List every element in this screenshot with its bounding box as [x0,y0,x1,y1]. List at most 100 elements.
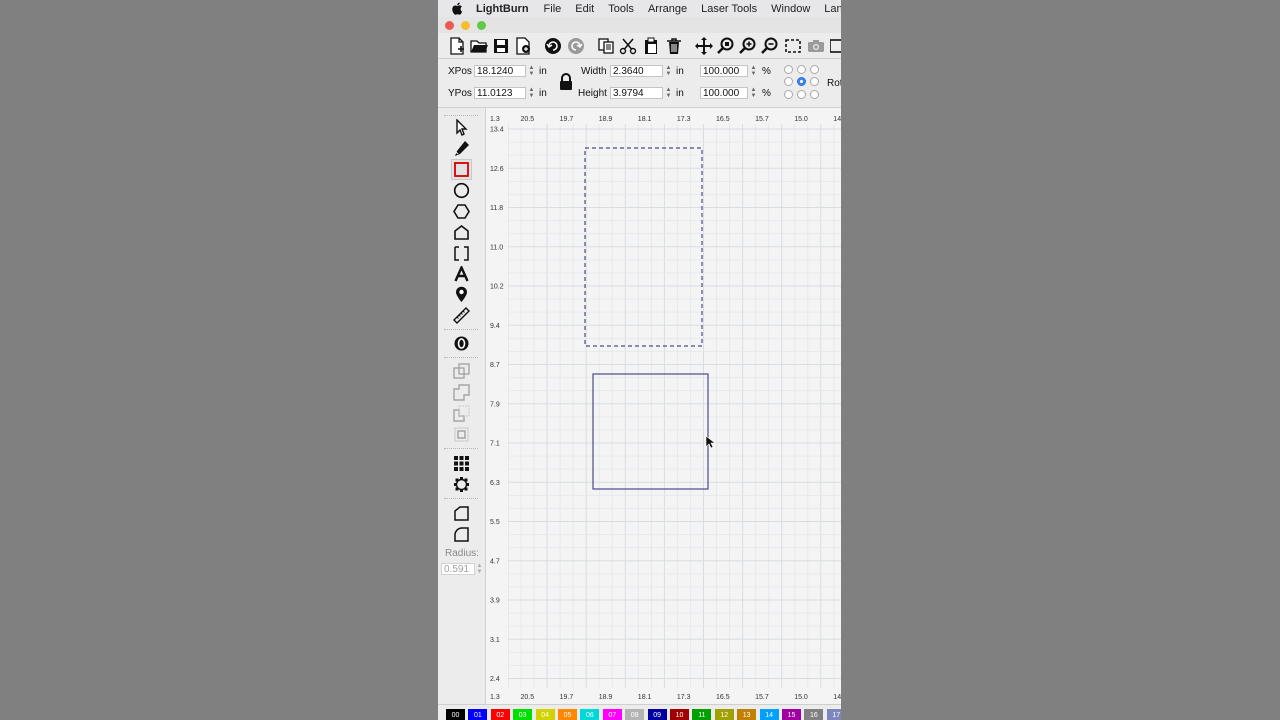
delete-icon[interactable] [664,36,683,55]
top-ruler [486,108,841,124]
height-input[interactable] [610,87,663,99]
palette-swatch-07[interactable]: 07 [602,709,622,720]
menu-app-name[interactable]: LightBurn [476,3,529,15]
ypos-stepper[interactable]: ▲ ▼ [528,87,535,100]
zoom-in-icon[interactable] [738,36,757,55]
menu-language[interactable]: Lang [824,3,841,15]
anchor-middle-right[interactable] [810,77,819,86]
anchor-middle-left[interactable] [784,77,793,86]
menu-window[interactable]: Window [771,3,810,15]
palette-swatch-03[interactable]: 03 [513,709,533,720]
anchor-bottom-left[interactable] [784,90,793,99]
palette-swatch-00[interactable]: 00 [446,709,465,720]
intersect-tool-icon[interactable] [452,425,471,444]
anchor-bottom-center[interactable] [797,90,806,99]
rectangle-tool-icon[interactable] [451,159,472,180]
ypos-input[interactable] [474,87,526,99]
ruler-label-top: 18.1 [638,116,652,123]
scale-height-stepper[interactable]: ▲ ▼ [750,87,757,100]
anchor-bottom-right[interactable] [810,90,819,99]
undo-icon[interactable] [543,36,562,55]
bottom-ruler [486,688,841,704]
position-lasers-tool-icon[interactable] [452,244,471,263]
anchor-center[interactable] [797,77,806,86]
pen-tool-icon[interactable] [452,139,471,158]
camera-icon[interactable] [806,36,825,55]
ruler-label-left: 8.7 [490,362,500,369]
tools-divider [444,329,478,330]
close-window-button[interactable] [445,21,454,30]
save-icon[interactable] [491,36,510,55]
layer-color-palette: 00 01 02 03 04 05 06 07 08 09 10 11 12 13 14 15 16 17 [438,704,841,720]
polygon-tool-icon[interactable] [452,202,471,221]
palette-swatch-09[interactable]: 09 [647,709,667,720]
palette-swatch-04[interactable]: 04 [535,709,555,720]
cut-icon[interactable] [618,36,637,55]
menu-tools[interactable]: Tools [608,3,634,15]
palette-swatch-15[interactable]: 15 [782,709,801,720]
design-canvas[interactable]: 1.3 1.3 20.5 20.5 19.7 19.7 18.9 18.9 18.1 18.1 17… [486,108,841,704]
lock-aspect-icon[interactable] [558,72,574,92]
anchor-top-right[interactable] [810,65,819,74]
width-stepper[interactable]: ▲ ▼ [665,65,672,78]
grid-array-tool-icon[interactable] [452,454,471,473]
menu-file[interactable]: File [544,3,562,15]
palette-swatch-10[interactable]: 10 [670,709,689,720]
copy-icon[interactable] [596,36,615,55]
xpos-input[interactable] [474,65,526,77]
select-tool-icon[interactable] [452,118,471,137]
measure-tool-icon[interactable] [452,306,471,325]
height-stepper[interactable]: ▲ ▼ [665,87,672,100]
radius-input[interactable] [441,563,475,575]
scale-height-input[interactable] [700,87,748,99]
palette-swatch-17[interactable]: 17 [826,709,841,720]
canvas-drawing[interactable]: 1.3 1.3 20.5 20.5 19.7 19.7 18.9 18.9 18.1 18.1 17… [486,108,841,704]
xpos-stepper[interactable]: ▲ ▼ [528,65,535,78]
apple-icon[interactable] [452,2,463,16]
palette-swatch-06[interactable]: 06 [580,709,600,720]
palette-swatch-08[interactable]: 08 [625,709,645,720]
anchor-top-left[interactable] [784,65,793,74]
palette-swatch-16[interactable]: 16 [804,709,824,720]
width-input[interactable] [610,65,663,77]
menu-arrange[interactable]: Arrange [648,3,687,15]
palette-swatch-12[interactable]: 12 [714,709,734,720]
more-toolbar-icon[interactable] [830,36,841,55]
position-marker-tool-icon[interactable] [452,285,471,304]
zoom-window-button[interactable] [477,21,486,30]
edit-nodes-tool-icon[interactable] [452,223,471,242]
ruler-label-left: 3.1 [490,637,500,644]
menu-laser-tools[interactable]: Laser Tools [701,3,757,15]
palette-swatch-02[interactable]: 02 [490,709,510,720]
palette-swatch-05[interactable]: 05 [558,709,577,720]
move-icon[interactable] [694,36,713,55]
menu-edit[interactable]: Edit [575,3,594,15]
text-tool-icon[interactable] [452,265,471,284]
circular-array-tool-icon[interactable] [452,475,471,494]
new-file-icon[interactable] [447,36,466,55]
palette-swatch-14[interactable]: 14 [759,709,779,720]
palette-swatch-01[interactable]: 01 [468,709,488,720]
paste-icon[interactable] [641,36,660,55]
scale-width-input[interactable] [700,65,748,77]
redo-icon[interactable] [566,36,585,55]
corner-tool-icon[interactable] [452,504,471,523]
zoom-to-page-icon[interactable] [716,36,735,55]
fillet-tool-icon[interactable] [452,525,471,544]
palette-swatch-11[interactable]: 11 [692,709,712,720]
open-folder-icon[interactable] [469,36,488,55]
minimize-window-button[interactable] [461,21,470,30]
palette-swatch-13[interactable]: 13 [737,709,757,720]
zoom-out-icon[interactable] [760,36,779,55]
anchor-top-center[interactable] [797,65,806,74]
frame-selection-icon[interactable] [783,36,802,55]
offset-tool-icon[interactable] [452,334,471,353]
save-as-icon[interactable] [513,36,532,55]
subtract-tool-icon[interactable] [452,404,471,423]
ruler-label-left: 6.3 [490,480,500,487]
radius-stepper[interactable]: ▲ ▼ [476,563,483,576]
ellipse-tool-icon[interactable] [452,181,471,200]
weld-tool-icon[interactable] [452,362,471,381]
scale-width-stepper[interactable]: ▲ ▼ [750,65,757,78]
union-tool-icon[interactable] [452,383,471,402]
